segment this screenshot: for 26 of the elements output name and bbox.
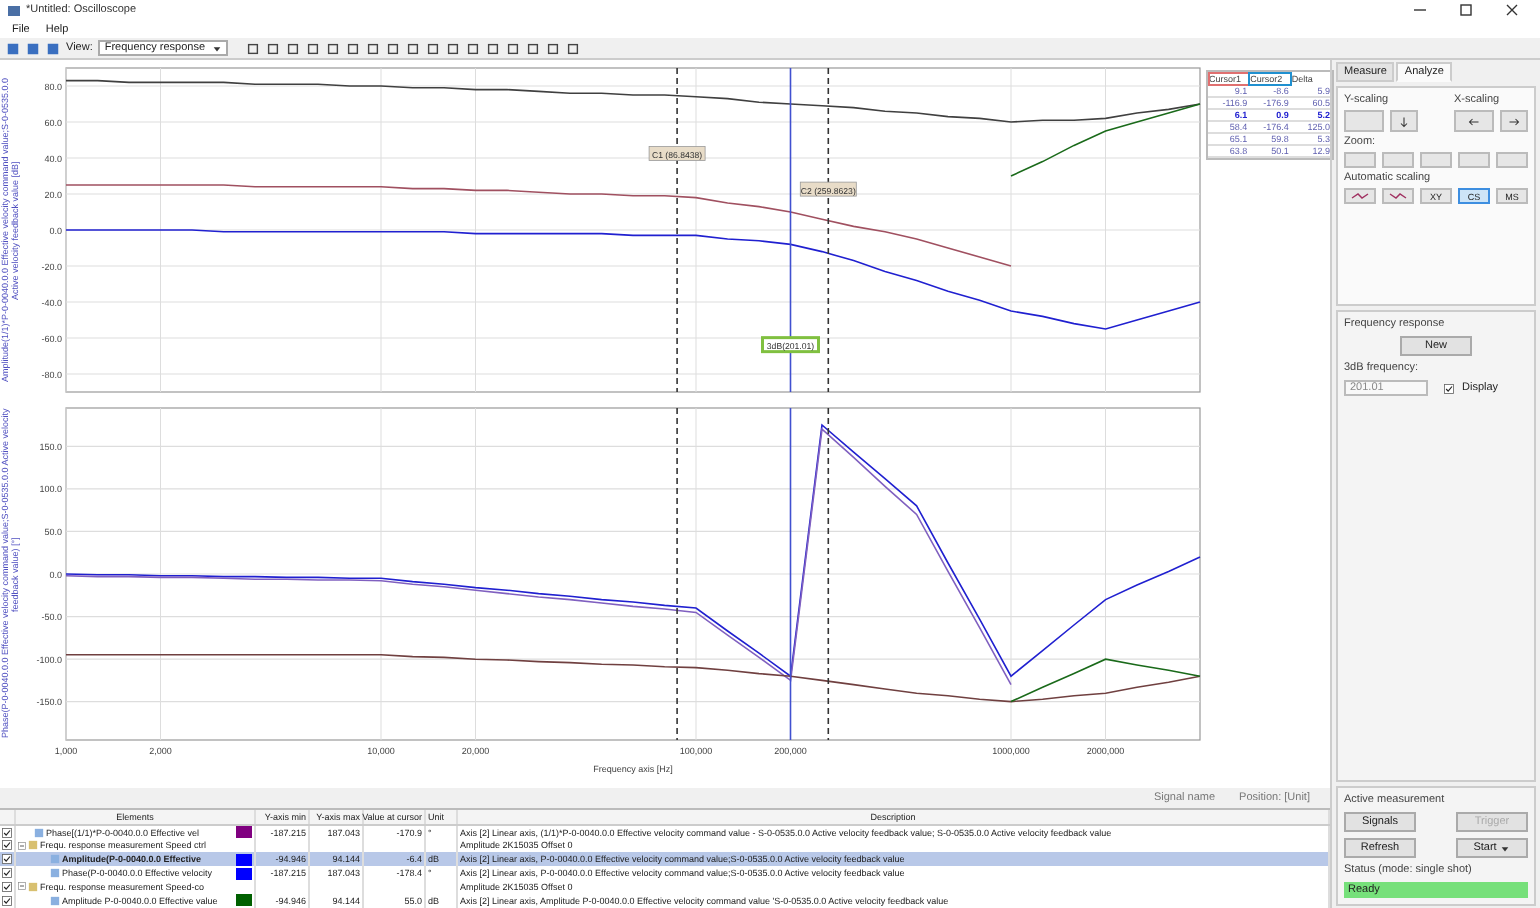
- cursor-line[interactable]: [676, 67, 678, 393]
- caret-icon[interactable]: [1500, 843, 1511, 853]
- signal-icon: [50, 895, 60, 906]
- folder-icon: [28, 840, 38, 851]
- folder-icon: [28, 881, 38, 892]
- signal-icon: [34, 827, 44, 838]
- maximize-icon[interactable]: [1458, 2, 1474, 18]
- arrow-left-icon[interactable]: [1468, 115, 1480, 127]
- close-icon[interactable]: [1504, 2, 1520, 18]
- arrow-right-icon[interactable]: [1508, 115, 1520, 127]
- checkbox[interactable]: [2, 868, 12, 879]
- marker-line[interactable]: [789, 67, 792, 393]
- marker-line[interactable]: [789, 407, 792, 741]
- checkbox[interactable]: [2, 827, 12, 838]
- arrow-down-icon[interactable]: [1398, 115, 1410, 127]
- app-icon: [8, 5, 20, 15]
- cursor-line[interactable]: [827, 407, 830, 741]
- checkbox[interactable]: [2, 881, 12, 892]
- checkbox[interactable]: [2, 895, 12, 906]
- table-row[interactable]: [0, 825, 1330, 840]
- checkbox[interactable]: [2, 854, 12, 865]
- checkbox[interactable]: [1444, 383, 1454, 393]
- checkbox[interactable]: [2, 840, 12, 851]
- cursor-line[interactable]: [676, 407, 678, 741]
- cursor-line[interactable]: [827, 67, 830, 393]
- caret-icon[interactable]: [211, 43, 221, 53]
